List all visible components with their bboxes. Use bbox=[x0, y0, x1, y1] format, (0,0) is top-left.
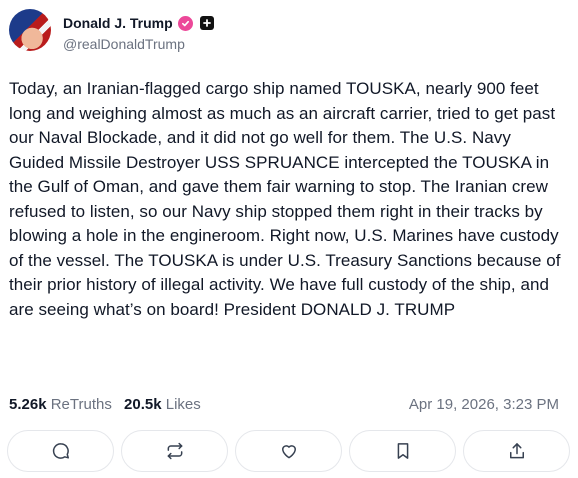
author-handle[interactable]: @realDonaldTrump bbox=[63, 36, 185, 52]
bookmark-icon bbox=[397, 443, 408, 459]
post-timestamp[interactable]: Apr 19, 2026, 3:23 PM bbox=[409, 396, 559, 413]
likes-stat[interactable]: 20.5k Likes bbox=[124, 396, 201, 413]
author-display-name[interactable]: Donald J. Trump bbox=[63, 15, 173, 31]
bookmark-button[interactable] bbox=[349, 430, 456, 472]
share-icon bbox=[509, 443, 524, 459]
avatar[interactable] bbox=[9, 9, 51, 51]
likes-count: 20.5k bbox=[124, 396, 162, 413]
post-stats: 5.26k ReTruths 20.5k Likes Apr 19, 2026,… bbox=[9, 396, 569, 418]
author-name-row: Donald J. Trump bbox=[63, 13, 214, 33]
repost-icon bbox=[167, 442, 182, 460]
retruths-count: 5.26k bbox=[9, 396, 47, 413]
heart-icon bbox=[281, 445, 296, 459]
comment-icon bbox=[52, 443, 69, 459]
share-button[interactable] bbox=[463, 430, 570, 472]
retruths-stat[interactable]: 5.26k ReTruths bbox=[9, 396, 112, 413]
reply-button[interactable] bbox=[7, 430, 114, 472]
plus-badge-icon bbox=[199, 16, 214, 30]
like-button[interactable] bbox=[235, 430, 342, 472]
verified-check-icon bbox=[177, 15, 193, 31]
post-header: Donald J. Trump @realDonaldTrump bbox=[9, 9, 569, 53]
retruths-label: ReTruths bbox=[50, 396, 112, 413]
likes-label: Likes bbox=[165, 396, 201, 413]
action-bar bbox=[7, 430, 570, 474]
retruth-button[interactable] bbox=[121, 430, 228, 472]
post-text: Today, an Iranian-flagged cargo ship nam… bbox=[9, 79, 561, 319]
